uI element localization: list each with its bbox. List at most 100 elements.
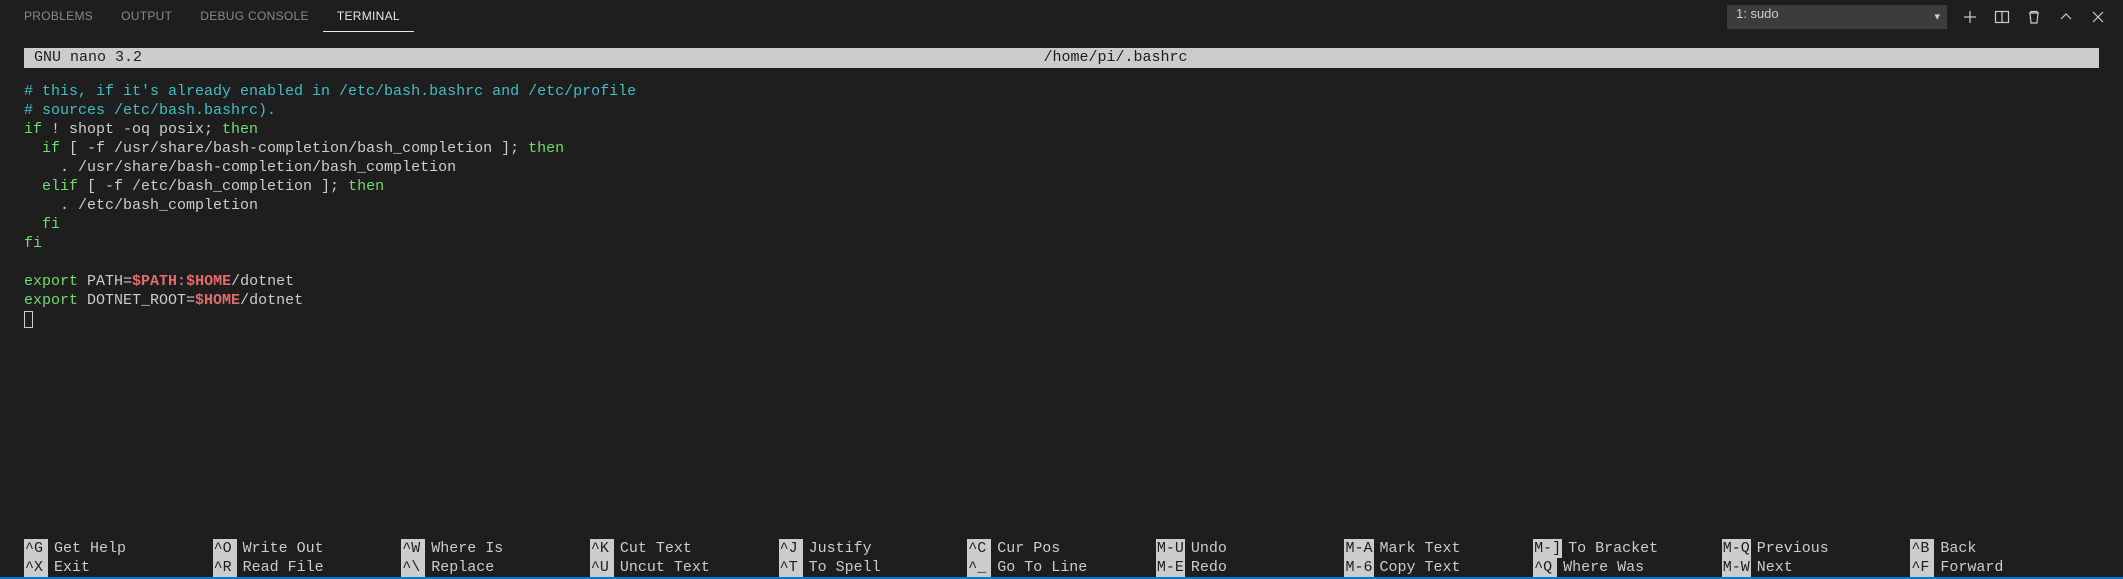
tab-debug-console[interactable]: DEBUG CONSOLE <box>186 1 323 32</box>
shortcut-cell: ^KCut Text <box>590 539 779 558</box>
code-token: [ -f /etc/bash_completion ]; <box>78 178 348 195</box>
shortcut-key: ^R <box>213 558 237 577</box>
shortcut-cell: M-QPrevious <box>1722 539 1911 558</box>
code-line: fi <box>24 216 60 233</box>
code-token: ! shopt -oq posix; <box>42 121 222 138</box>
terminal-selector-label: 1: sudo <box>1736 6 1779 21</box>
code-token: $PATH <box>132 273 177 290</box>
shortcut-cell: ^GGet Help <box>24 539 213 558</box>
close-panel-button[interactable] <box>2089 8 2107 26</box>
text-cursor <box>24 311 33 328</box>
code-token: $HOME <box>195 292 240 309</box>
shortcut-cell: ^XExit <box>24 558 213 577</box>
shortcut-key: ^G <box>24 539 48 558</box>
code-token: DOTNET_ROOT= <box>78 292 195 309</box>
shortcut-cell: ^UUncut Text <box>590 558 779 577</box>
shortcut-label: Where Is <box>425 539 503 558</box>
shortcut-cell: ^RRead File <box>213 558 402 577</box>
shortcut-cell: ^QWhere Was <box>1533 558 1722 577</box>
shortcut-label: Read File <box>237 558 324 577</box>
nano-version: GNU nano 3.2 <box>34 48 142 68</box>
code-line: # this, if it's already enabled in /etc/… <box>24 83 636 100</box>
terminal-selector[interactable]: 1: sudo ▾ <box>1727 5 1947 29</box>
shortcut-key: ^_ <box>967 558 991 577</box>
nano-editor-content[interactable]: # this, if it's already enabled in /etc/… <box>24 68 2099 329</box>
shortcut-key: ^K <box>590 539 614 558</box>
shortcut-key: M-6 <box>1344 558 1373 577</box>
shortcut-key: ^W <box>401 539 425 558</box>
shortcut-cell: ^OWrite Out <box>213 539 402 558</box>
maximize-panel-button[interactable] <box>2057 8 2075 26</box>
shortcut-label: Back <box>1934 539 1976 558</box>
shortcut-key: ^F <box>1910 558 1934 577</box>
shortcut-cell: ^FForward <box>1910 558 2099 577</box>
shortcut-cell: M-UUndo <box>1156 539 1345 558</box>
shortcut-label: Get Help <box>48 539 126 558</box>
tab-problems[interactable]: PROBLEMS <box>10 1 107 32</box>
shortcut-label: Go To Line <box>991 558 1087 577</box>
nano-title-bar: GNU nano 3.2 /home/pi/.bashrc <box>24 48 2099 68</box>
shortcut-label: Undo <box>1185 539 1227 558</box>
code-token: export <box>24 292 78 309</box>
shortcut-label: Previous <box>1751 539 1829 558</box>
code-token: if <box>24 121 42 138</box>
shortcut-cell: ^_Go To Line <box>967 558 1156 577</box>
nano-shortcuts: ^GGet Help^OWrite Out^WWhere Is^KCut Tex… <box>24 539 2099 577</box>
shortcut-label: Mark Text <box>1374 539 1461 558</box>
code-token: if <box>24 140 60 157</box>
shortcut-key: ^\ <box>401 558 425 577</box>
shortcut-key: M-E <box>1156 558 1185 577</box>
shortcut-cell: M-6Copy Text <box>1344 558 1533 577</box>
shortcut-key: ^B <box>1910 539 1934 558</box>
code-token: export <box>24 273 78 290</box>
shortcut-label: Copy Text <box>1374 558 1461 577</box>
code-token: /dotnet <box>240 292 303 309</box>
split-terminal-button[interactable] <box>1993 8 2011 26</box>
code-token: /dotnet <box>231 273 294 290</box>
code-token: then <box>222 121 258 138</box>
shortcut-cell: ^JJustify <box>779 539 968 558</box>
shortcut-label: Cur Pos <box>991 539 1060 558</box>
terminal-controls: 1: sudo ▾ <box>1727 5 2113 29</box>
shortcut-key: M-U <box>1156 539 1185 558</box>
shortcut-key: ^X <box>24 558 48 577</box>
shortcut-cell: M-WNext <box>1722 558 1911 577</box>
shortcut-cell: M-ERedo <box>1156 558 1345 577</box>
shortcut-key: ^J <box>779 539 803 558</box>
shortcut-label: Forward <box>1934 558 2003 577</box>
shortcut-key: ^O <box>213 539 237 558</box>
shortcut-row: ^XExit^RRead File^\Replace^UUncut Text^T… <box>24 558 2099 577</box>
shortcut-label: Redo <box>1185 558 1227 577</box>
shortcut-cell: M-]To Bracket <box>1533 539 1722 558</box>
shortcut-cell: ^CCur Pos <box>967 539 1156 558</box>
tab-output[interactable]: OUTPUT <box>107 1 186 32</box>
shortcut-cell: ^TTo Spell <box>779 558 968 577</box>
shortcut-key: M-A <box>1344 539 1373 558</box>
shortcut-key: M-] <box>1533 539 1562 558</box>
tab-terminal[interactable]: TERMINAL <box>323 1 414 32</box>
shortcut-key: ^U <box>590 558 614 577</box>
shortcut-cell: ^WWhere Is <box>401 539 590 558</box>
shortcut-key: ^Q <box>1533 558 1557 577</box>
chevron-down-icon: ▾ <box>1934 10 1940 23</box>
code-token: $HOME <box>186 273 231 290</box>
panel-tab-bar: PROBLEMS OUTPUT DEBUG CONSOLE TERMINAL 1… <box>0 0 2123 34</box>
shortcut-label: Justify <box>803 539 872 558</box>
shortcut-label: To Spell <box>803 558 881 577</box>
code-token: : <box>177 273 186 290</box>
shortcut-cell: ^BBack <box>1910 539 2099 558</box>
new-terminal-button[interactable] <box>1961 8 1979 26</box>
code-line: . /etc/bash_completion <box>24 197 258 214</box>
terminal-content[interactable]: GNU nano 3.2 /home/pi/.bashrc # this, if… <box>0 34 2123 577</box>
nano-filepath: /home/pi/.bashrc <box>142 48 2089 68</box>
code-line: # sources /etc/bash.bashrc). <box>24 102 276 119</box>
shortcut-label: Replace <box>425 558 494 577</box>
shortcut-label: Cut Text <box>614 539 692 558</box>
code-line: fi <box>24 235 42 252</box>
kill-terminal-button[interactable] <box>2025 8 2043 26</box>
shortcut-key: M-W <box>1722 558 1751 577</box>
shortcut-key: ^C <box>967 539 991 558</box>
shortcut-label: To Bracket <box>1562 539 1658 558</box>
code-token: then <box>348 178 384 195</box>
shortcut-row: ^GGet Help^OWrite Out^WWhere Is^KCut Tex… <box>24 539 2099 558</box>
